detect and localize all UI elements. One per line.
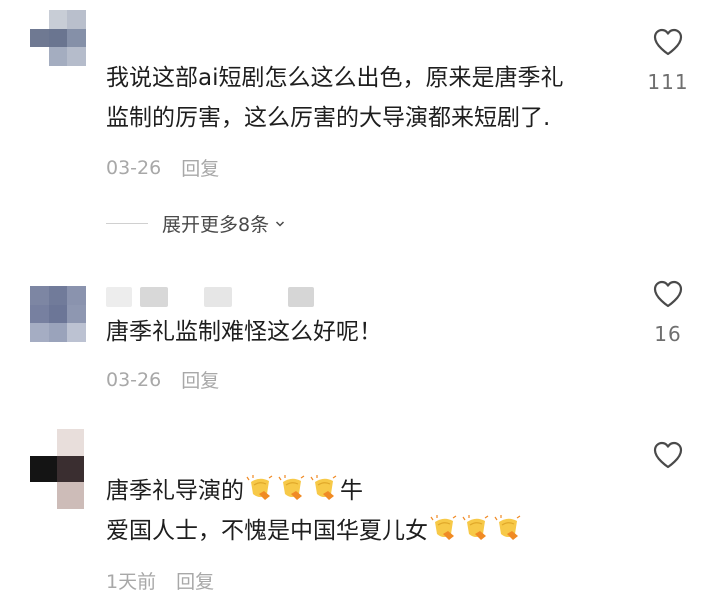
comment-text-segment: 牛 [340, 478, 363, 504]
comment-item-1: 我说这部ai短剧怎么这么出色，原来是唐季礼 监制的厉害，这么厉害的大导演都来短剧… [0, 0, 719, 200]
clapping-hands-emoji-icon [430, 515, 457, 540]
clapping-hands-emoji-icon [462, 515, 489, 540]
comment-item-2: 唐季礼监制难怪这么好呢！ 03-26 回复 16 [0, 270, 719, 400]
avatar[interactable] [30, 429, 84, 509]
heart-outline-icon [653, 280, 683, 308]
comment-meta: 1天前 回复 [106, 567, 214, 594]
comment-item-3: 唐季礼导演的 牛 爱国人士，不愧是中国华夏儿女 1天前 回复 [0, 425, 719, 605]
comment-text-line: 爱国人士，不愧是中国华夏儿女 [106, 511, 524, 551]
comment-text-line: 唐季礼导演的 牛 [106, 471, 524, 511]
clapping-hands-emoji-icon [246, 475, 273, 500]
comment-text-segment: 唐季礼导演的 [106, 478, 244, 504]
reply-button[interactable]: 回复 [181, 366, 219, 393]
expand-replies-label: 展开更多8条 [162, 214, 270, 236]
heart-outline-icon [653, 28, 683, 56]
like-button[interactable] [639, 441, 697, 469]
comment-meta: 03-26 回复 [106, 154, 219, 181]
comment-date: 1天前 [106, 571, 157, 593]
like-count: 16 [654, 322, 682, 346]
avatar[interactable] [30, 286, 86, 342]
like-count: 111 [647, 70, 689, 94]
comment-text-line: 监制的厉害，这么厉害的大导演都来短剧了. [106, 105, 551, 131]
reply-button[interactable]: 回复 [176, 567, 214, 594]
clapping-hands-emoji-icon [494, 515, 521, 540]
comment-text: 我说这部ai短剧怎么这么出色，原来是唐季礼 监制的厉害，这么厉害的大导演都来短剧… [106, 58, 563, 138]
comment-date: 03-26 [106, 156, 162, 179]
clapping-hands-emoji-icon [310, 475, 337, 500]
divider-line [106, 223, 148, 224]
username-blurred [106, 286, 314, 308]
comment-text: 唐季礼监制难怪这么好呢！ [106, 312, 382, 352]
chevron-down-icon [276, 220, 285, 227]
comment-meta: 03-26 回复 [106, 366, 219, 393]
reply-button[interactable]: 回复 [181, 154, 219, 181]
comment-text-segment: 爱国人士，不愧是中国华夏儿女 [106, 518, 428, 544]
like-button[interactable]: 16 [639, 280, 697, 346]
comment-text: 唐季礼导演的 牛 爱国人士，不愧是中国华夏儿女 [106, 471, 524, 551]
comment-text-line: 唐季礼监制难怪这么好呢！ [106, 319, 382, 345]
comment-text-line: 我说这部ai短剧怎么这么出色，原来是唐季礼 [106, 65, 564, 91]
clapping-hands-emoji-icon [278, 475, 305, 500]
avatar[interactable] [30, 10, 86, 66]
like-button[interactable]: 111 [639, 28, 697, 94]
expand-replies-button[interactable]: 展开更多8条 [106, 210, 285, 237]
heart-outline-icon [653, 441, 683, 469]
comment-date: 03-26 [106, 368, 162, 391]
